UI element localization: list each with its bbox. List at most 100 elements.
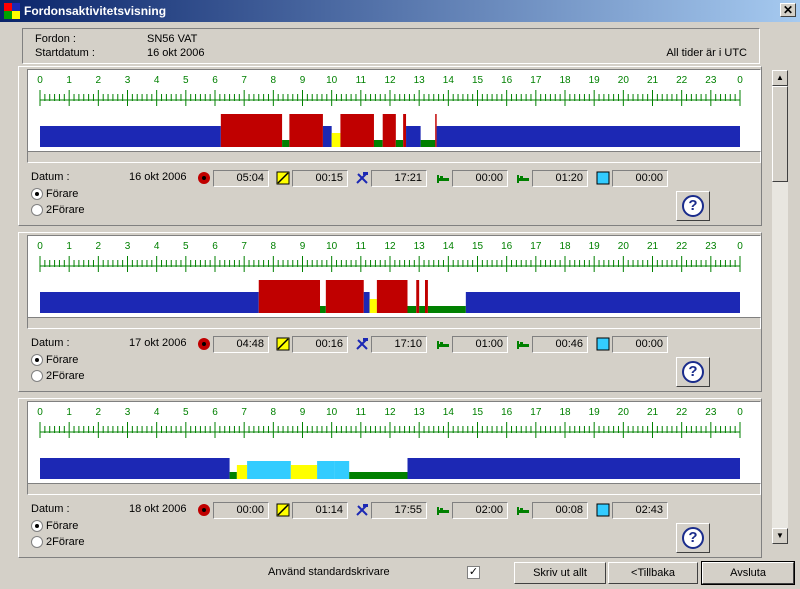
exit-button[interactable]: Avsluta [701, 561, 795, 585]
hour-tick-label: 6 [212, 75, 218, 86]
driver-radio[interactable] [31, 354, 43, 366]
pillow [520, 508, 523, 510]
hour-tick-label: 17 [530, 241, 542, 252]
hour-tick-label: 4 [154, 241, 160, 252]
activity-bar-work [373, 140, 383, 147]
hour-tick-label: 0 [737, 241, 743, 252]
activity-bar-work [407, 306, 417, 313]
activity-bar-rest [40, 292, 259, 313]
codriver-radio-label: 2Förare [46, 536, 85, 548]
scroll-thumb[interactable] [772, 86, 788, 182]
chart-frame: 0 1 2 3 4 5 6 7 8 9 10 11 12 13 14 15 16 17 18 19 20 21 22 23 0 [27, 401, 761, 495]
hour-tick-label: 4 [154, 75, 160, 86]
bed-head [517, 507, 519, 515]
driving-time-field: 05:04 [213, 170, 269, 187]
driving-time-field: 04:48 [213, 336, 269, 353]
bed-icon [436, 503, 450, 517]
hour-tick-label: 14 [443, 407, 455, 418]
hour-tick-label: 5 [183, 241, 189, 252]
hour-tick-label: 10 [326, 241, 338, 252]
utc-note: All tider är i UTC [666, 47, 747, 59]
default-printer-checkbox[interactable]: ✓ [467, 566, 480, 579]
help-button[interactable]: ? [676, 191, 710, 221]
activity-bar-work [420, 140, 436, 147]
activity-bar-driving [376, 280, 408, 313]
activity-bar-work [282, 140, 290, 147]
hour-tick-label: 21 [647, 241, 659, 252]
available-time-field: 01:14 [292, 502, 348, 519]
chart-scroll-strip[interactable] [27, 317, 761, 329]
activity-bar-driving [220, 114, 283, 147]
bed-head [517, 341, 519, 349]
work-time-field: 17:55 [371, 502, 427, 519]
start-date-value: 16 okt 2006 [147, 47, 205, 59]
driver-radio[interactable] [31, 520, 43, 532]
activity-bar-work [349, 472, 408, 479]
hour-tick-label: 18 [559, 407, 571, 418]
vehicle-value: SN56 VAT [147, 33, 198, 45]
hour-tick-label: 23 [705, 75, 717, 86]
hour-tick-label: 8 [271, 241, 277, 252]
driver-radio[interactable] [31, 188, 43, 200]
close-button[interactable]: ✕ [780, 3, 796, 17]
activity-bar-rest [322, 126, 332, 147]
scroll-down-button[interactable]: ▼ [772, 528, 788, 544]
hour-tick-label: 8 [271, 75, 277, 86]
codriver-radio[interactable] [31, 204, 43, 216]
activity-chart: 0 1 2 3 4 5 6 7 8 9 10 11 12 13 14 15 16 17 18 19 20 21 22 23 0 [37, 407, 743, 479]
radio-selected-dot [35, 524, 39, 528]
day-panel: 0 1 2 3 4 5 6 7 8 9 10 11 12 13 14 15 16 17 18 19 20 21 22 23 0 D… [18, 66, 762, 226]
activity-bar-work [419, 306, 425, 313]
hour-tick-label: 7 [241, 241, 247, 252]
hour-tick-label: 14 [443, 75, 455, 86]
hour-tick-label: 1 [66, 407, 72, 418]
bed-head [437, 341, 439, 349]
codriver-radio[interactable] [31, 536, 43, 548]
close-icon: ✕ [782, 3, 794, 17]
vehicle-info-box: Fordon : SN56 VAT Startdatum : 16 okt 20… [22, 28, 760, 64]
print-all-button[interactable]: Skriv ut allt [514, 562, 606, 584]
activity-bar-unknown [334, 461, 350, 479]
hour-tick-label: 20 [618, 241, 630, 252]
codriver-radio-label: 2Förare [46, 204, 85, 216]
unknown-time-field: 00:00 [612, 170, 668, 187]
chart-scroll-strip[interactable] [27, 483, 761, 495]
chart-frame: 0 1 2 3 4 5 6 7 8 9 10 11 12 13 14 15 16 17 18 19 20 21 22 23 0 [27, 235, 761, 329]
hour-tick-label: 22 [676, 241, 688, 252]
codriver-radio[interactable] [31, 370, 43, 382]
help-button[interactable]: ? [676, 357, 710, 387]
vertical-scrollbar[interactable]: ▲ ▼ [772, 70, 788, 544]
chart-scroll-strip[interactable] [27, 151, 761, 163]
bed-icon [436, 337, 450, 351]
back-button[interactable]: <Tillbaka [608, 562, 698, 584]
date-label: Datum : [31, 171, 70, 183]
work-tools-icon [355, 503, 369, 517]
scroll-up-button[interactable]: ▲ [772, 70, 788, 86]
arrow-down-icon: ▼ [776, 531, 784, 540]
help-icon: ? [682, 361, 704, 383]
help-button[interactable]: ? [676, 523, 710, 553]
activity-bar-available [331, 133, 341, 147]
work-tools-icon [355, 337, 369, 351]
hour-tick-label: 3 [125, 407, 131, 418]
hour-tick-label: 9 [300, 407, 306, 418]
activity-bar-rest [40, 126, 221, 147]
date-value: 16 okt 2006 [129, 171, 187, 183]
hour-tick-label: 0 [37, 75, 43, 86]
start-date-label: Startdatum : [35, 47, 95, 59]
activity-bar-rest [406, 126, 421, 147]
hour-tick-label: 15 [472, 75, 484, 86]
bed-head [437, 507, 439, 515]
hour-tick-label: 20 [618, 75, 630, 86]
day-panels-area[interactable]: 0 1 2 3 4 5 6 7 8 9 10 11 12 13 14 15 16 17 18 19 20 21 22 23 0 D… [18, 66, 766, 560]
available-icon [276, 337, 290, 351]
hour-tick-label: 5 [183, 407, 189, 418]
hour-tick-label: 2 [96, 75, 102, 86]
hour-tick-label: 12 [384, 407, 396, 418]
date-label: Datum : [31, 503, 70, 515]
back-label: <Tillbaka [631, 567, 675, 579]
unknown-time-field: 00:00 [612, 336, 668, 353]
hour-tick-label: 16 [501, 75, 513, 86]
hour-tick-label: 12 [384, 241, 396, 252]
hour-tick-label: 21 [647, 75, 659, 86]
